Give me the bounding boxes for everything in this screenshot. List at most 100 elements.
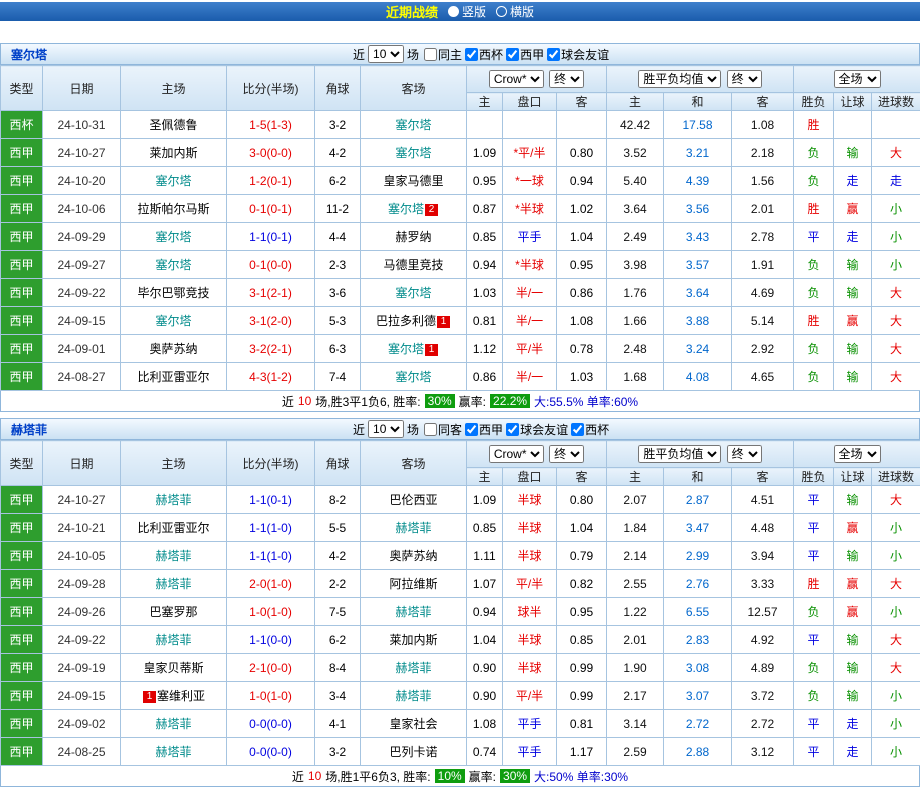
team-name[interactable]: 皇家马德里: [383, 174, 443, 188]
away-team-cell[interactable]: 巴拉多利德1: [361, 307, 467, 335]
league-filter[interactable]: 同主: [424, 46, 462, 63]
team-name[interactable]: 赫塔菲: [155, 493, 191, 507]
team-name[interactable]: 奥萨苏纳: [149, 342, 197, 356]
avg-time-select[interactable]: 终: [727, 445, 762, 463]
odds-source-select[interactable]: Crow*: [489, 445, 544, 463]
team-name[interactable]: 赫塔菲: [155, 549, 191, 563]
team-name[interactable]: 塞尔塔: [395, 146, 431, 160]
team-name[interactable]: 莱加内斯: [389, 633, 437, 647]
score-cell[interactable]: 0-0(0-0): [227, 710, 315, 738]
league-filter-checkbox[interactable]: [547, 48, 560, 61]
away-team-cell[interactable]: 塞尔塔: [361, 111, 467, 139]
away-team-cell[interactable]: 马德里竞技: [361, 251, 467, 279]
team-name[interactable]: 塞尔塔: [155, 314, 191, 328]
team-name[interactable]: 比利亚雷亚尔: [137, 370, 209, 384]
home-team-cell[interactable]: 赫塔菲: [121, 486, 227, 514]
team-name[interactable]: 塞尔塔: [155, 230, 191, 244]
home-team-cell[interactable]: 毕尔巴鄂竞技: [121, 279, 227, 307]
team-name[interactable]: 赫塔菲: [395, 689, 431, 703]
score-cell[interactable]: 2-0(1-0): [227, 570, 315, 598]
score-cell[interactable]: 4-3(1-2): [227, 363, 315, 391]
team-name[interactable]: 圣佩德鲁: [149, 118, 197, 132]
home-team-cell[interactable]: 巴塞罗那: [121, 598, 227, 626]
home-team-cell[interactable]: 赫塔菲: [121, 710, 227, 738]
league-filter[interactable]: 同客: [424, 421, 462, 438]
odds-source-select[interactable]: Crow*: [489, 70, 544, 88]
team-name[interactable]: 皇家社会: [389, 717, 437, 731]
league-filter[interactable]: 西杯: [465, 46, 503, 63]
team-name[interactable]: 毕尔巴鄂竞技: [137, 286, 209, 300]
team-name[interactable]: 莱加内斯: [149, 146, 197, 160]
team-name[interactable]: 皇家贝蒂斯: [143, 661, 203, 675]
odds-time-select[interactable]: 终: [549, 70, 584, 88]
away-team-cell[interactable]: 巴列卡诺: [361, 738, 467, 766]
league-filter-checkbox[interactable]: [506, 423, 519, 436]
team-name[interactable]: 巴塞罗那: [149, 605, 197, 619]
team-name[interactable]: 阿拉维斯: [389, 577, 437, 591]
league-filter-checkbox[interactable]: [424, 423, 437, 436]
team-name[interactable]: 拉斯帕尔马斯: [137, 202, 209, 216]
team-name[interactable]: 巴列卡诺: [389, 745, 437, 759]
away-team-cell[interactable]: 塞尔塔: [361, 363, 467, 391]
team-name[interactable]: 塞尔塔: [395, 118, 431, 132]
team-name[interactable]: 塞尔塔: [395, 370, 431, 384]
away-team-cell[interactable]: 皇家社会: [361, 710, 467, 738]
league-filter-checkbox[interactable]: [465, 48, 478, 61]
home-team-cell[interactable]: 莱加内斯: [121, 139, 227, 167]
home-team-cell[interactable]: 1塞维利亚: [121, 682, 227, 710]
team-name[interactable]: 奥萨苏纳: [389, 549, 437, 563]
avg-time-select[interactable]: 终: [727, 70, 762, 88]
home-team-cell[interactable]: 比利亚雷亚尔: [121, 363, 227, 391]
away-team-cell[interactable]: 赫罗纳: [361, 223, 467, 251]
team-name[interactable]: 赫塔菲: [155, 745, 191, 759]
away-team-cell[interactable]: 赫塔菲: [361, 598, 467, 626]
away-team-cell[interactable]: 赫塔菲: [361, 514, 467, 542]
score-cell[interactable]: 3-1(2-1): [227, 279, 315, 307]
score-cell[interactable]: 0-0(0-0): [227, 738, 315, 766]
team-name-link[interactable]: 塞尔塔: [1, 46, 47, 63]
away-team-cell[interactable]: 赫塔菲: [361, 682, 467, 710]
away-team-cell[interactable]: 皇家马德里: [361, 167, 467, 195]
home-team-cell[interactable]: 比利亚雷亚尔: [121, 514, 227, 542]
score-cell[interactable]: 3-0(0-0): [227, 139, 315, 167]
radio-selected-icon[interactable]: [448, 6, 459, 17]
layout-option-vertical[interactable]: 竖版: [448, 3, 486, 20]
team-name-link[interactable]: 赫塔菲: [1, 421, 47, 438]
home-team-cell[interactable]: 塞尔塔: [121, 307, 227, 335]
team-name[interactable]: 赫塔菲: [395, 605, 431, 619]
score-cell[interactable]: 3-2(2-1): [227, 335, 315, 363]
away-team-cell[interactable]: 巴伦西亚: [361, 486, 467, 514]
team-name[interactable]: 赫塔菲: [155, 577, 191, 591]
away-team-cell[interactable]: 赫塔菲: [361, 654, 467, 682]
home-team-cell[interactable]: 圣佩德鲁: [121, 111, 227, 139]
team-name[interactable]: 赫塔菲: [155, 717, 191, 731]
scope-select[interactable]: 全场: [834, 445, 881, 463]
away-team-cell[interactable]: 塞尔塔2: [361, 195, 467, 223]
match-count-select[interactable]: 10: [368, 45, 404, 63]
avg-source-select[interactable]: 胜平负均值: [638, 445, 721, 463]
league-filter[interactable]: 西甲: [465, 421, 503, 438]
away-team-cell[interactable]: 塞尔塔: [361, 139, 467, 167]
layout-option-horizontal[interactable]: 横版: [496, 3, 534, 20]
league-filter-checkbox[interactable]: [465, 423, 478, 436]
score-cell[interactable]: 2-1(0-0): [227, 654, 315, 682]
team-name[interactable]: 塞尔塔: [388, 342, 424, 356]
home-team-cell[interactable]: 奥萨苏纳: [121, 335, 227, 363]
away-team-cell[interactable]: 奥萨苏纳: [361, 542, 467, 570]
avg-source-select[interactable]: 胜平负均值: [638, 70, 721, 88]
score-cell[interactable]: 1-0(1-0): [227, 598, 315, 626]
score-cell[interactable]: 1-0(1-0): [227, 682, 315, 710]
home-team-cell[interactable]: 拉斯帕尔马斯: [121, 195, 227, 223]
team-name[interactable]: 巴拉多利德: [376, 314, 436, 328]
home-team-cell[interactable]: 塞尔塔: [121, 251, 227, 279]
score-cell[interactable]: 3-1(2-0): [227, 307, 315, 335]
home-team-cell[interactable]: 赫塔菲: [121, 542, 227, 570]
home-team-cell[interactable]: 赫塔菲: [121, 570, 227, 598]
team-name[interactable]: 塞尔塔: [155, 258, 191, 272]
match-count-select[interactable]: 10: [368, 420, 404, 438]
league-filter[interactable]: 西杯: [571, 421, 609, 438]
team-name[interactable]: 赫塔菲: [155, 633, 191, 647]
away-team-cell[interactable]: 塞尔塔1: [361, 335, 467, 363]
away-team-cell[interactable]: 莱加内斯: [361, 626, 467, 654]
home-team-cell[interactable]: 塞尔塔: [121, 223, 227, 251]
